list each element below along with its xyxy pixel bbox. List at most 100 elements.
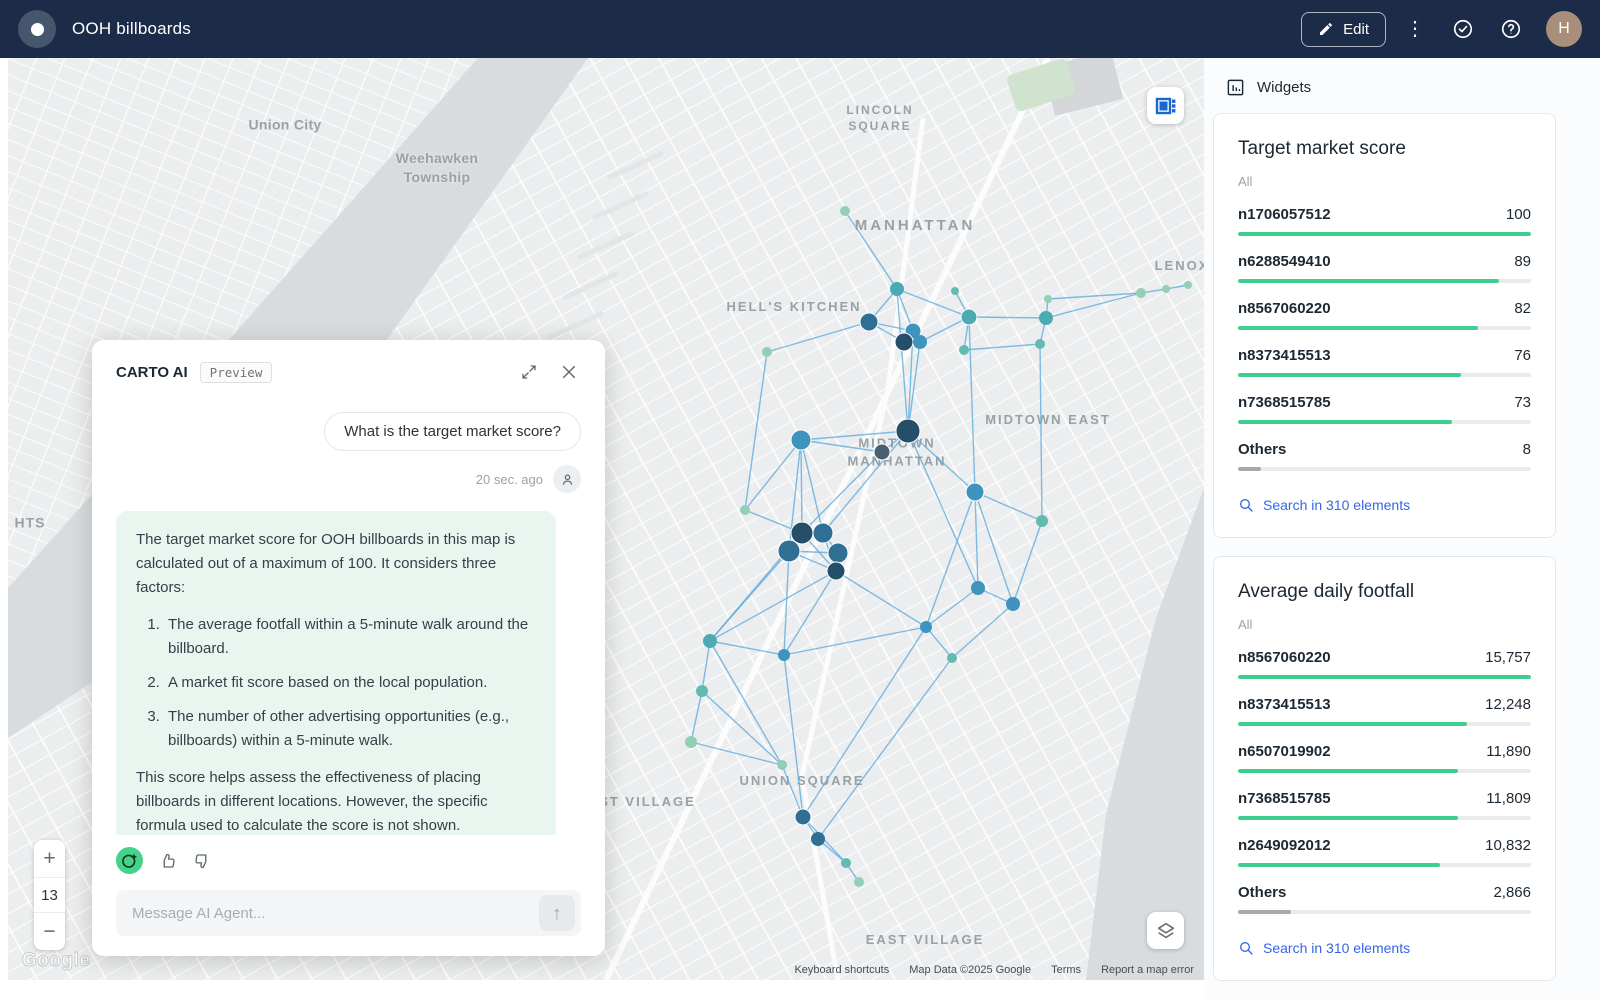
billboard-node[interactable] bbox=[777, 760, 787, 770]
billboard-node[interactable] bbox=[778, 649, 790, 661]
billboard-node[interactable] bbox=[696, 685, 708, 697]
attribution-link[interactable]: Terms bbox=[1051, 964, 1081, 976]
thumbs-down-button[interactable] bbox=[193, 852, 211, 870]
widget-row-label: Others bbox=[1238, 884, 1286, 901]
widget-row[interactable]: n628854941089 bbox=[1238, 253, 1531, 283]
user-message-bubble: What is the target market score? bbox=[324, 412, 581, 451]
edit-button[interactable]: Edit bbox=[1301, 12, 1386, 47]
help-button[interactable] bbox=[1492, 10, 1530, 48]
billboard-node[interactable] bbox=[685, 736, 697, 748]
billboard-node[interactable] bbox=[841, 858, 851, 868]
network-edge bbox=[691, 742, 782, 765]
billboard-node[interactable] bbox=[813, 523, 833, 543]
network-edge bbox=[1141, 289, 1166, 293]
widget-row[interactable]: n264909201210,832 bbox=[1238, 837, 1531, 867]
widget-row[interactable]: n650701990211,890 bbox=[1238, 743, 1531, 773]
billboard-node[interactable] bbox=[795, 809, 811, 825]
billboard-node[interactable] bbox=[740, 505, 750, 515]
search-elements-link[interactable]: Search in 310 elements bbox=[1238, 940, 1410, 956]
more-options-button[interactable]: ⋮ bbox=[1396, 10, 1434, 48]
map-district-label: UNION SQUARE bbox=[739, 772, 864, 790]
basemap-selector-button[interactable] bbox=[1147, 912, 1184, 949]
widget-row[interactable]: n736851578573 bbox=[1238, 394, 1531, 424]
map-canvas[interactable]: Union CityWeehawkenTownshipLINCOLNSQUARE… bbox=[8, 58, 1204, 980]
app-logo[interactable] bbox=[18, 10, 56, 48]
map-district-label: HTS bbox=[15, 514, 46, 533]
widget-row[interactable]: n736851578511,809 bbox=[1238, 790, 1531, 820]
user-avatar[interactable]: H bbox=[1546, 11, 1582, 47]
billboard-node[interactable] bbox=[913, 335, 927, 349]
billboard-node[interactable] bbox=[854, 877, 864, 887]
billboard-node[interactable] bbox=[920, 621, 932, 633]
billboard-node[interactable] bbox=[947, 653, 957, 663]
billboard-node[interactable] bbox=[1006, 597, 1020, 611]
map-attribution: Keyboard shortcuts Map Data ©2025 Google T… bbox=[794, 964, 1194, 976]
validation-status-button[interactable] bbox=[1444, 10, 1482, 48]
billboard-node[interactable] bbox=[951, 287, 959, 295]
billboard-node[interactable] bbox=[959, 345, 969, 355]
legend-panel-toggle-button[interactable] bbox=[1147, 87, 1184, 124]
map-district-label: MANHATTAN bbox=[855, 216, 976, 236]
widget-row[interactable]: n856706022015,757 bbox=[1238, 649, 1531, 679]
search-link-label: Search in 310 elements bbox=[1263, 940, 1410, 956]
thumbs-up-button[interactable] bbox=[159, 852, 177, 870]
widget-row-bar-fill bbox=[1238, 467, 1261, 471]
billboard-node[interactable] bbox=[890, 282, 904, 296]
billboard-node[interactable] bbox=[811, 832, 825, 846]
attribution-link[interactable]: Keyboard shortcuts bbox=[794, 964, 889, 976]
billboard-node[interactable] bbox=[840, 206, 850, 216]
billboard-node[interactable] bbox=[1039, 311, 1053, 325]
billboard-node[interactable] bbox=[1036, 515, 1048, 527]
billboard-node[interactable] bbox=[762, 347, 772, 357]
widget-row[interactable]: n856706022082 bbox=[1238, 300, 1531, 330]
billboard-node[interactable] bbox=[828, 543, 848, 563]
billboard-node[interactable] bbox=[1035, 339, 1045, 349]
widgets-header-label: Widgets bbox=[1257, 79, 1311, 96]
chat-message-input[interactable] bbox=[132, 894, 539, 932]
billboard-node[interactable] bbox=[961, 309, 977, 325]
billboard-node[interactable] bbox=[905, 323, 921, 339]
billboard-node[interactable] bbox=[860, 313, 878, 331]
search-elements-link[interactable]: Search in 310 elements bbox=[1238, 497, 1410, 513]
billboard-node[interactable] bbox=[827, 562, 845, 580]
thumbs-down-icon bbox=[193, 852, 211, 870]
widget-row-value: 8 bbox=[1523, 441, 1531, 458]
send-message-button[interactable]: ↑ bbox=[539, 895, 575, 931]
close-chat-button[interactable] bbox=[555, 358, 583, 386]
widget-row-bar-fill bbox=[1238, 279, 1499, 283]
network-edge bbox=[767, 322, 869, 352]
expand-chat-button[interactable] bbox=[515, 358, 543, 386]
billboard-node[interactable] bbox=[1136, 288, 1146, 298]
ai-response-bubble: The target market score for OOH billboar… bbox=[116, 511, 556, 835]
search-link-label: Search in 310 elements bbox=[1263, 497, 1410, 513]
billboard-node[interactable] bbox=[1044, 295, 1052, 303]
widget-row[interactable]: n837341551312,248 bbox=[1238, 696, 1531, 726]
widget-row-bar bbox=[1238, 232, 1531, 236]
zoom-in-button[interactable]: + bbox=[34, 840, 65, 877]
widget-title: Average daily footfall bbox=[1238, 581, 1531, 603]
widget-subtitle: All bbox=[1238, 174, 1531, 189]
zoom-out-button[interactable]: − bbox=[34, 913, 65, 950]
widget-row-label: n8373415513 bbox=[1238, 696, 1331, 713]
attribution-link[interactable]: Report a map error bbox=[1101, 964, 1194, 976]
billboard-node[interactable] bbox=[778, 540, 800, 562]
attribution-link[interactable]: Map Data ©2025 Google bbox=[909, 964, 1031, 976]
billboard-node[interactable] bbox=[791, 522, 813, 544]
network-edge bbox=[846, 863, 859, 882]
widget-row[interactable]: n837341551376 bbox=[1238, 347, 1531, 377]
network-edge bbox=[823, 533, 838, 553]
widget-row-bar bbox=[1238, 279, 1531, 283]
widget-row[interactable]: Others8 bbox=[1238, 441, 1531, 471]
billboard-node[interactable] bbox=[703, 634, 717, 648]
billboard-node[interactable] bbox=[966, 483, 984, 501]
billboard-node[interactable] bbox=[791, 430, 811, 450]
billboard-node[interactable] bbox=[1162, 285, 1170, 293]
network-edge bbox=[869, 289, 897, 322]
widget-row-bar bbox=[1238, 675, 1531, 679]
google-logo[interactable]: Google bbox=[22, 950, 90, 972]
billboard-node[interactable] bbox=[1184, 281, 1192, 289]
billboard-node[interactable] bbox=[895, 333, 913, 351]
widget-row[interactable]: Others2,866 bbox=[1238, 884, 1531, 914]
widget-row[interactable]: n1706057512100 bbox=[1238, 206, 1531, 236]
billboard-node[interactable] bbox=[971, 581, 985, 595]
